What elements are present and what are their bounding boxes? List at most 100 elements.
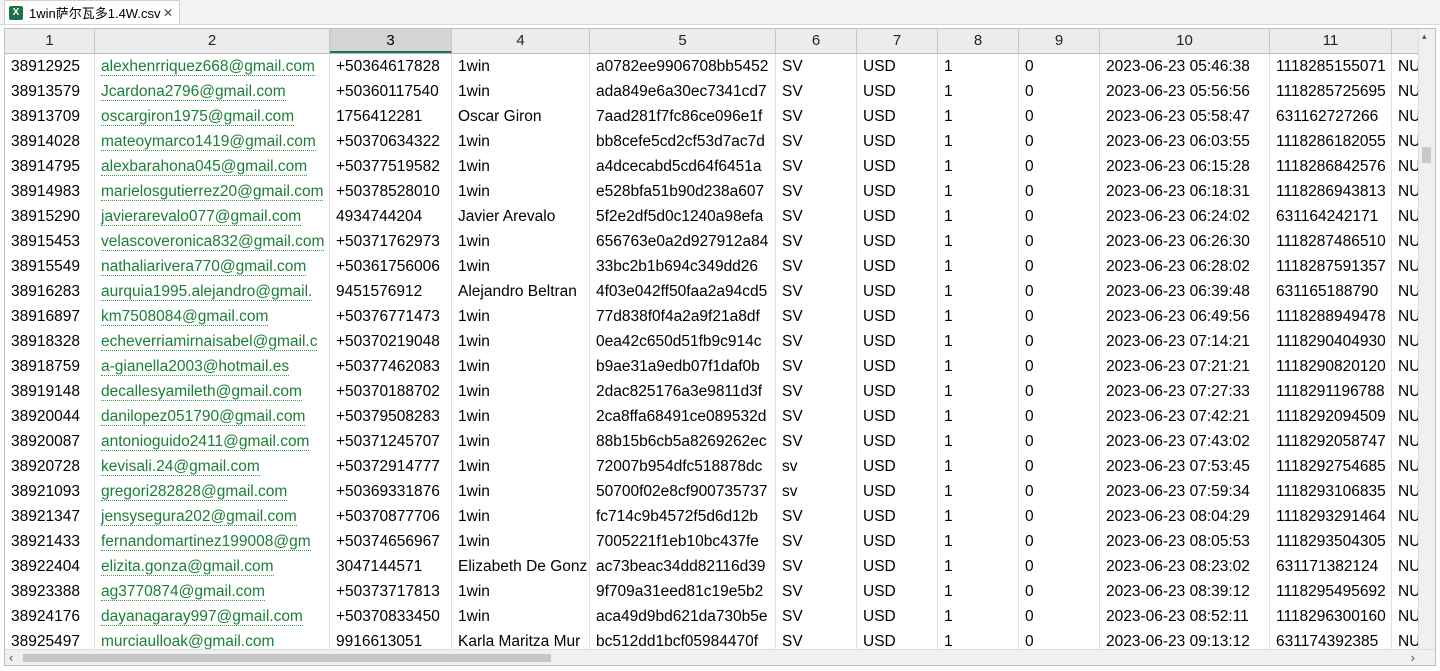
- table-cell[interactable]: 0: [1019, 254, 1100, 279]
- horizontal-scrollbar[interactable]: ‹ ›: [5, 649, 1435, 665]
- table-cell[interactable]: 1118293291464: [1270, 504, 1392, 529]
- email-cell[interactable]: echeverriamirnaisabel@gmail.c: [95, 329, 330, 354]
- email-link[interactable]: Jcardona2796@gmail.com: [101, 83, 286, 101]
- table-cell[interactable]: SV: [776, 279, 857, 304]
- table-cell[interactable]: 72007b954dfc518878dc: [590, 454, 776, 479]
- table-cell[interactable]: NU: [1392, 379, 1420, 404]
- table-cell[interactable]: ac73beac34dd82116d39: [590, 554, 776, 579]
- table-cell[interactable]: b9ae31a9edb07f1daf0b: [590, 354, 776, 379]
- table-cell[interactable]: 0: [1019, 354, 1100, 379]
- table-cell[interactable]: 2023-06-23 06:18:31: [1100, 179, 1270, 204]
- table-cell[interactable]: USD: [857, 454, 938, 479]
- table-cell[interactable]: 38918328: [5, 329, 95, 354]
- table-cell[interactable]: 1win: [452, 329, 590, 354]
- table-cell[interactable]: 2023-06-23 06:49:56: [1100, 304, 1270, 329]
- table-cell[interactable]: 1118292058747: [1270, 429, 1392, 454]
- email-link[interactable]: fernandomartinez199008@gm: [101, 533, 311, 551]
- table-cell[interactable]: NU: [1392, 79, 1420, 104]
- email-link[interactable]: marielosgutierrez20@gmail.com: [101, 183, 324, 201]
- table-cell[interactable]: 631164242171: [1270, 204, 1392, 229]
- table-cell[interactable]: SV: [776, 379, 857, 404]
- vertical-scrollbar[interactable]: ▴: [1418, 29, 1435, 649]
- column-header-3[interactable]: 3: [330, 29, 452, 53]
- table-cell[interactable]: 38916897: [5, 304, 95, 329]
- email-cell[interactable]: elizita.gonza@gmail.com: [95, 554, 330, 579]
- table-cell[interactable]: NU: [1392, 204, 1420, 229]
- table-cell[interactable]: 1win: [452, 529, 590, 554]
- table-cell[interactable]: 1756412281: [330, 104, 452, 129]
- table-cell[interactable]: SV: [776, 204, 857, 229]
- email-cell[interactable]: dayanagaray997@gmail.com: [95, 604, 330, 629]
- table-cell[interactable]: 38920728: [5, 454, 95, 479]
- email-link[interactable]: alexbarahona045@gmail.com: [101, 158, 308, 176]
- table-cell[interactable]: 1: [938, 229, 1019, 254]
- email-link[interactable]: alexhenrriquez668@gmail.com: [101, 58, 315, 76]
- table-cell[interactable]: SV: [776, 354, 857, 379]
- table-cell[interactable]: +50370634322: [330, 129, 452, 154]
- email-cell[interactable]: marielosgutierrez20@gmail.com: [95, 179, 330, 204]
- table-cell[interactable]: 0: [1019, 329, 1100, 354]
- table-cell[interactable]: 38914795: [5, 154, 95, 179]
- table-cell[interactable]: USD: [857, 79, 938, 104]
- column-header-4[interactable]: 4: [452, 29, 590, 53]
- table-cell[interactable]: sv: [776, 479, 857, 504]
- table-cell[interactable]: +50370877706: [330, 504, 452, 529]
- table-cell[interactable]: 2023-06-23 06:28:02: [1100, 254, 1270, 279]
- email-cell[interactable]: aurquia1995.alejandro@gmail.: [95, 279, 330, 304]
- table-cell[interactable]: 2023-06-23 07:42:21: [1100, 404, 1270, 429]
- table-cell[interactable]: USD: [857, 504, 938, 529]
- email-link[interactable]: mateoymarco1419@gmail.com: [101, 133, 316, 151]
- table-cell[interactable]: 0: [1019, 79, 1100, 104]
- table-cell[interactable]: 2023-06-23 05:46:38: [1100, 54, 1270, 79]
- close-icon[interactable]: ✕: [163, 6, 173, 20]
- table-cell[interactable]: 88b15b6cb5a8269262ec: [590, 429, 776, 454]
- table-cell[interactable]: USD: [857, 304, 938, 329]
- table-cell[interactable]: NU: [1392, 504, 1420, 529]
- table-cell[interactable]: +50370219048: [330, 329, 452, 354]
- table-cell[interactable]: 1118293106835: [1270, 479, 1392, 504]
- table-cell[interactable]: NU: [1392, 154, 1420, 179]
- table-cell[interactable]: 7aad281f7fc86ce096e1f: [590, 104, 776, 129]
- table-cell[interactable]: 2023-06-23 07:14:21: [1100, 329, 1270, 354]
- table-cell[interactable]: NU: [1392, 279, 1420, 304]
- table-cell[interactable]: 1118288949478: [1270, 304, 1392, 329]
- column-header-5[interactable]: 5: [590, 29, 776, 53]
- table-cell[interactable]: 0: [1019, 579, 1100, 604]
- table-cell[interactable]: NU: [1392, 304, 1420, 329]
- table-cell[interactable]: 1: [938, 79, 1019, 104]
- table-cell[interactable]: USD: [857, 279, 938, 304]
- table-cell[interactable]: 2023-06-23 06:15:28: [1100, 154, 1270, 179]
- table-cell[interactable]: 1win: [452, 179, 590, 204]
- table-cell[interactable]: 38918759: [5, 354, 95, 379]
- table-cell[interactable]: +50372914777: [330, 454, 452, 479]
- table-cell[interactable]: USD: [857, 554, 938, 579]
- table-cell[interactable]: NU: [1392, 604, 1420, 629]
- table-cell[interactable]: 1118291196788: [1270, 379, 1392, 404]
- table-cell[interactable]: 38914983: [5, 179, 95, 204]
- table-cell[interactable]: NU: [1392, 254, 1420, 279]
- table-cell[interactable]: 1118290820120: [1270, 354, 1392, 379]
- table-cell[interactable]: 0: [1019, 504, 1100, 529]
- table-cell[interactable]: 631162727266: [1270, 104, 1392, 129]
- table-cell[interactable]: 38914028: [5, 129, 95, 154]
- table-cell[interactable]: +50364617828: [330, 54, 452, 79]
- email-link[interactable]: danilopez051790@gmail.com: [101, 408, 306, 426]
- table-cell[interactable]: 5f2e2df5d0c1240a98efa: [590, 204, 776, 229]
- table-cell[interactable]: +50369331876: [330, 479, 452, 504]
- table-cell[interactable]: 0: [1019, 529, 1100, 554]
- email-link[interactable]: elizita.gonza@gmail.com: [101, 558, 274, 576]
- email-link[interactable]: nathaliarivera770@gmail.com: [101, 258, 307, 276]
- table-cell[interactable]: 2023-06-23 08:05:53: [1100, 529, 1270, 554]
- table-cell[interactable]: 3047144571: [330, 554, 452, 579]
- email-link[interactable]: gregori282828@gmail.com: [101, 483, 288, 501]
- table-cell[interactable]: sv: [776, 454, 857, 479]
- table-cell[interactable]: ada849e6a30ec7341cd7: [590, 79, 776, 104]
- email-cell[interactable]: javierarevalo077@gmail.com: [95, 204, 330, 229]
- table-cell[interactable]: 2023-06-23 06:39:48: [1100, 279, 1270, 304]
- table-cell[interactable]: 7005221f1eb10bc437fe: [590, 529, 776, 554]
- table-cell[interactable]: 1win: [452, 129, 590, 154]
- table-cell[interactable]: +50377519582: [330, 154, 452, 179]
- email-link[interactable]: decallesyamileth@gmail.com: [101, 383, 302, 401]
- table-cell[interactable]: +50373717813: [330, 579, 452, 604]
- table-cell[interactable]: 0: [1019, 154, 1100, 179]
